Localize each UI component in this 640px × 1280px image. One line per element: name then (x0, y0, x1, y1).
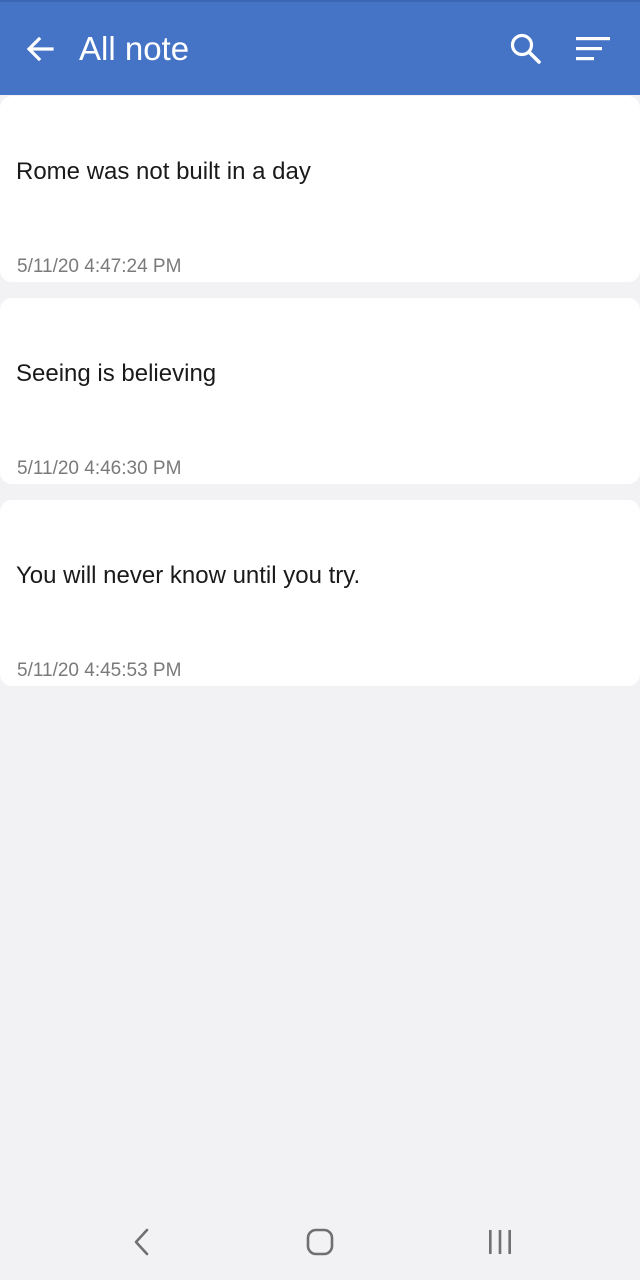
note-date: 5/11/20 4:47:24 PM (17, 256, 182, 277)
nav-recents-button[interactable] (478, 1220, 522, 1264)
nav-home-icon (306, 1228, 334, 1256)
app-bar: All note (0, 0, 640, 95)
note-text: Seeing is believing (16, 360, 217, 387)
note-card[interactable]: Seeing is believing 5/11/20 4:46:30 PM (0, 298, 640, 484)
note-card[interactable]: You will never know until you try. 5/11/… (0, 500, 640, 686)
note-date: 5/11/20 4:45:53 PM (17, 660, 182, 681)
nav-home-button[interactable] (298, 1220, 342, 1264)
note-text: Rome was not built in a day (16, 158, 311, 185)
back-button[interactable] (20, 29, 60, 69)
note-card[interactable]: Rome was not built in a day 5/11/20 4:47… (0, 96, 640, 282)
nav-back-icon (134, 1228, 149, 1256)
arrow-left-icon (26, 36, 54, 62)
nav-recents-icon (489, 1230, 511, 1254)
nav-back-button[interactable] (120, 1220, 164, 1264)
system-navigation-bar (0, 1200, 640, 1280)
note-date: 5/11/20 4:46:30 PM (17, 458, 182, 479)
search-icon (510, 33, 541, 64)
page-title: All note (79, 30, 190, 67)
note-list: Rome was not built in a day 5/11/20 4:47… (0, 96, 640, 702)
sort-icon (576, 37, 610, 61)
search-button[interactable] (506, 29, 546, 69)
note-text: You will never know until you try. (16, 562, 361, 589)
sort-button[interactable] (573, 29, 613, 69)
